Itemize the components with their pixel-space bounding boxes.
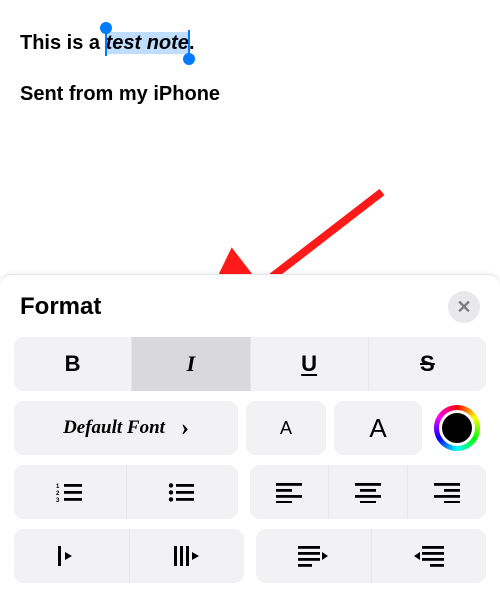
indent-icon [172, 544, 202, 568]
svg-text:3: 3 [56, 498, 60, 503]
selection-handle-end[interactable] [183, 53, 195, 65]
numbered-list-icon: 1 2 3 [56, 481, 84, 503]
color-wheel-icon [434, 405, 480, 451]
increase-indent-icon [414, 544, 444, 568]
italic-button[interactable]: I [131, 337, 249, 391]
align-center-button[interactable] [328, 465, 407, 519]
align-left-button[interactable] [250, 465, 328, 519]
outdent-icon [58, 544, 84, 568]
note-line-2[interactable]: Sent from my iPhone [20, 83, 480, 106]
align-right-button[interactable] [407, 465, 486, 519]
decrease-indent-button[interactable] [256, 529, 371, 583]
outdent-button[interactable] [14, 529, 129, 583]
font-name-label: Default Font [63, 417, 165, 439]
bulleted-list-button[interactable] [126, 465, 239, 519]
selection-handle-start[interactable] [100, 22, 112, 34]
font-picker-button[interactable]: Default Font › [14, 401, 238, 455]
increase-indent-button[interactable] [371, 529, 487, 583]
decrease-indent-icon [298, 544, 328, 568]
panel-header: Format ✕ [14, 275, 486, 337]
text-color-button[interactable] [430, 401, 484, 455]
align-center-icon [355, 481, 381, 503]
strikethrough-button[interactable]: S [368, 337, 486, 391]
list-align-row: 1 2 3 [14, 465, 486, 519]
format-panel: Format ✕ B I U S Default Font › A A 1 2 [0, 274, 500, 601]
close-icon: ✕ [456, 297, 471, 318]
increase-font-size-button[interactable]: A [334, 401, 422, 455]
panel-title: Format [20, 293, 101, 321]
note-content[interactable]: This is a test note. Sent from my iPhone [0, 0, 500, 106]
font-row: Default Font › A A [14, 401, 486, 455]
chevron-right-icon: › [181, 415, 189, 442]
bulleted-list-icon [168, 481, 196, 503]
numbered-list-button[interactable]: 1 2 3 [14, 465, 126, 519]
text-before-selection: This is a [20, 32, 106, 54]
close-button[interactable]: ✕ [448, 291, 480, 323]
text-style-row: B I U S [14, 337, 486, 391]
note-line-1[interactable]: This is a test note. [20, 32, 480, 55]
text-selection[interactable]: test note [106, 32, 189, 55]
decrease-font-size-button[interactable]: A [246, 401, 326, 455]
indent-button[interactable] [129, 529, 245, 583]
underline-button[interactable]: U [250, 337, 368, 391]
svg-text:1: 1 [56, 484, 60, 490]
align-left-icon [276, 481, 302, 503]
align-right-icon [434, 481, 460, 503]
indent-row [14, 529, 486, 583]
bold-button[interactable]: B [14, 337, 131, 391]
svg-text:2: 2 [56, 491, 60, 497]
